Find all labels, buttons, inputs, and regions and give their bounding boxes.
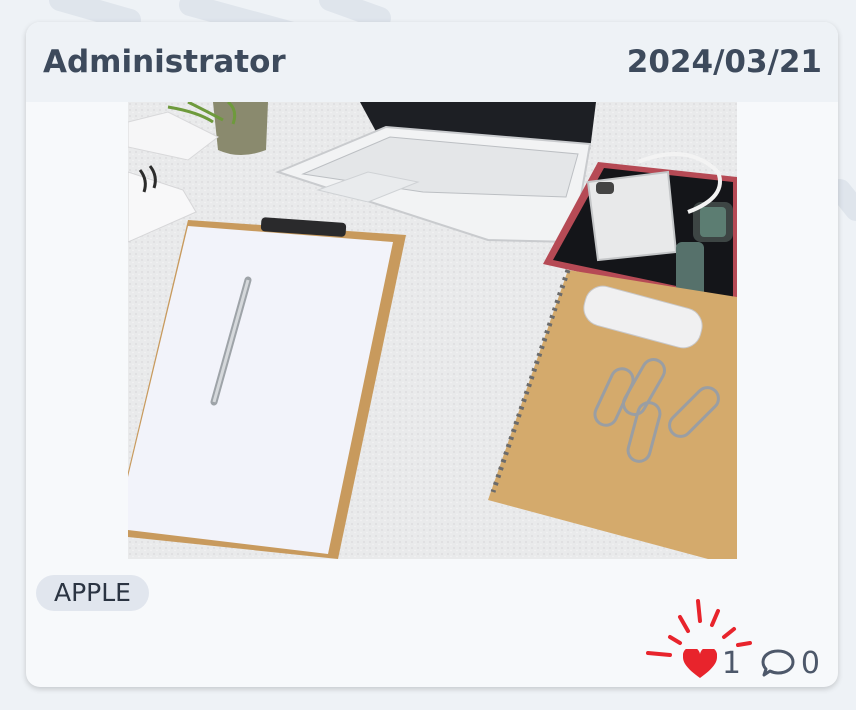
- post-image[interactable]: [128, 102, 737, 559]
- comment-icon[interactable]: [760, 648, 796, 680]
- heart-icon[interactable]: [682, 648, 717, 679]
- tag-chip[interactable]: APPLE: [36, 575, 149, 611]
- comment-count: 0: [800, 646, 820, 681]
- post-stats: 1 0: [682, 646, 820, 681]
- post-card[interactable]: Administrator 2024/03/21 APPLE 1 0: [26, 22, 838, 687]
- card-header: Administrator 2024/03/21: [26, 22, 838, 102]
- author-name[interactable]: Administrator: [43, 44, 286, 80]
- post-date: 2024/03/21: [626, 44, 822, 80]
- like-count: 1: [721, 646, 741, 681]
